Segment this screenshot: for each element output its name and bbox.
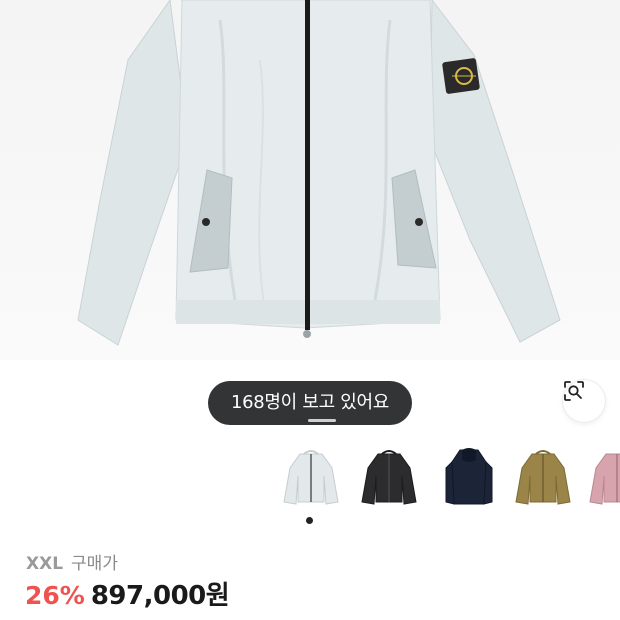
product-image[interactable]: 168명이 보고 있어요 — [0, 0, 620, 440]
thumbnail-4[interactable] — [512, 446, 574, 508]
size-label: XXL — [26, 554, 64, 574]
thumbnail-5[interactable] — [586, 446, 620, 508]
pager-active-segment — [284, 419, 306, 422]
jacket-icon — [77, 0, 561, 346]
pager-inactive-segment — [308, 419, 336, 422]
purchase-price-label: 구매가 — [71, 554, 118, 574]
jacket-thumbnail-icon — [361, 450, 417, 505]
thumbnail-1[interactable] — [280, 446, 342, 508]
jacket-thumbnail-icon — [589, 453, 620, 505]
selected-thumbnail-indicator — [306, 517, 313, 524]
image-search-icon — [564, 381, 584, 401]
jacket-thumbnail-icon — [515, 450, 571, 505]
thumbnail-3[interactable] — [438, 446, 500, 508]
size-row: XXL 구매가 — [26, 549, 118, 574]
jacket-thumbnail-icon — [445, 448, 493, 505]
jacket-thumbnail-icon — [283, 450, 339, 505]
color-thumbnails — [280, 446, 620, 516]
image-pager — [284, 419, 336, 422]
price-row: 26% 897,000원 — [25, 575, 230, 612]
price-value: 897,000원 — [90, 581, 230, 611]
discount-rate: 26% — [25, 581, 85, 610]
image-search-button[interactable] — [563, 380, 605, 422]
thumbnail-2[interactable] — [358, 446, 420, 508]
